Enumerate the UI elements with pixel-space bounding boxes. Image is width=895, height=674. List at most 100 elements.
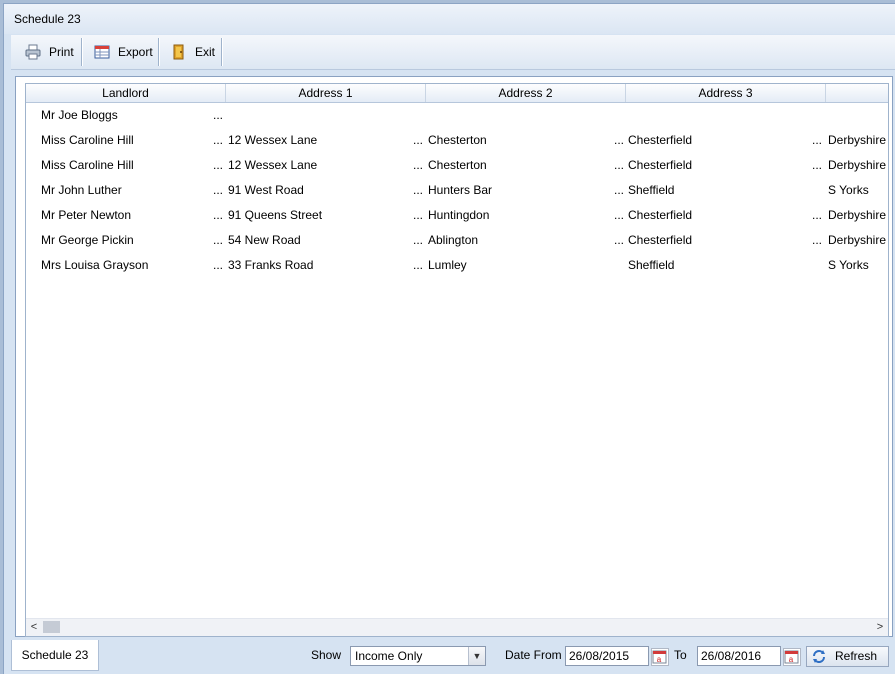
application-window: Schedule 23 Print Export Exit Landlord A… bbox=[3, 3, 895, 674]
cell-address-4: Derbyshire bbox=[828, 133, 887, 147]
cell-landlord: Mr Peter Newton bbox=[41, 208, 132, 222]
cell-ellipsis: ... bbox=[614, 158, 625, 172]
table-row[interactable]: Miss Caroline Hill ... 12 Wessex Lane ..… bbox=[26, 153, 888, 178]
date-from-label: Date From bbox=[505, 648, 562, 662]
cell-address-1: 12 Wessex Lane bbox=[228, 133, 318, 147]
cell-landlord: Mr George Pickin bbox=[41, 233, 134, 247]
scroll-right-icon[interactable]: > bbox=[872, 619, 888, 636]
exit-label: Exit bbox=[195, 45, 216, 59]
cell-ellipsis: ... bbox=[213, 208, 224, 222]
table-row[interactable]: Mrs Louisa Grayson ... 33 Franks Road ..… bbox=[26, 253, 888, 278]
scrollbar-thumb[interactable] bbox=[43, 621, 60, 633]
cell-ellipsis: ... bbox=[213, 133, 224, 147]
calendar-icon[interactable]: a bbox=[651, 648, 669, 666]
cell-ellipsis: ... bbox=[614, 133, 625, 147]
refresh-button[interactable]: Refresh bbox=[806, 646, 889, 667]
date-from-field[interactable]: 26/08/2015 bbox=[565, 646, 649, 666]
report-panel: Landlord Address 1 Address 2 Address 3 M… bbox=[15, 76, 893, 637]
window-title: Schedule 23 bbox=[14, 12, 81, 26]
cell-address-4: Derbyshire bbox=[828, 233, 887, 247]
spreadsheet-icon bbox=[94, 44, 110, 60]
cell-address-2: Chesterton bbox=[428, 133, 487, 147]
cell-ellipsis: ... bbox=[213, 258, 224, 272]
tab-schedule-23[interactable]: Schedule 23 bbox=[11, 640, 99, 671]
cell-ellipsis: ... bbox=[213, 108, 224, 122]
cell-address-3: Chesterfield bbox=[628, 208, 693, 222]
show-label: Show bbox=[311, 648, 342, 662]
cell-landlord: Miss Caroline Hill bbox=[41, 133, 134, 147]
grid-header: Landlord Address 1 Address 2 Address 3 bbox=[26, 84, 888, 103]
column-header-address-2[interactable]: Address 2 bbox=[426, 84, 626, 102]
scroll-left-icon[interactable]: < bbox=[26, 619, 42, 636]
landlord-grid[interactable]: Landlord Address 1 Address 2 Address 3 M… bbox=[25, 83, 889, 637]
toolbar-separator bbox=[221, 38, 223, 66]
cell-ellipsis: ... bbox=[812, 133, 823, 147]
cell-ellipsis: ... bbox=[413, 258, 424, 272]
show-select[interactable]: Income Only ▼ bbox=[350, 646, 486, 666]
cell-ellipsis: ... bbox=[213, 233, 224, 247]
title-bar: Schedule 23 bbox=[4, 4, 895, 34]
date-from-value: 26/08/2015 bbox=[569, 649, 630, 663]
cell-ellipsis: ... bbox=[614, 208, 625, 222]
cell-address-3: Chesterfield bbox=[628, 133, 693, 147]
table-row[interactable]: Miss Caroline Hill ... 12 Wessex Lane ..… bbox=[26, 128, 888, 153]
cell-ellipsis: ... bbox=[413, 133, 424, 147]
status-bar: Schedule 23 Show Income Only ▼ Date From… bbox=[11, 638, 895, 674]
table-row[interactable]: Mr Peter Newton ... 91 Queens Street ...… bbox=[26, 203, 888, 228]
svg-text:a: a bbox=[657, 655, 662, 664]
export-button[interactable]: Export bbox=[94, 35, 153, 69]
cell-address-1: 91 Queens Street bbox=[228, 208, 323, 222]
refresh-icon bbox=[811, 649, 827, 664]
cell-ellipsis: ... bbox=[812, 233, 823, 247]
print-label: Print bbox=[49, 45, 74, 59]
cell-address-2: Hunters Bar bbox=[428, 183, 493, 197]
cell-ellipsis: ... bbox=[213, 183, 224, 197]
cell-landlord: Mr John Luther bbox=[41, 183, 122, 197]
horizontal-scrollbar[interactable]: < > bbox=[26, 618, 888, 636]
cell-ellipsis: ... bbox=[413, 158, 424, 172]
date-to-value: 26/08/2016 bbox=[701, 649, 762, 663]
date-to-label: To bbox=[674, 648, 687, 662]
cell-address-3: Chesterfield bbox=[628, 158, 693, 172]
print-button[interactable]: Print bbox=[25, 35, 74, 69]
cell-address-4: Derbyshire bbox=[828, 208, 887, 222]
cell-address-1: 91 West Road bbox=[228, 183, 304, 197]
cell-ellipsis: ... bbox=[614, 183, 625, 197]
toolbar: Print Export Exit bbox=[11, 35, 895, 70]
cell-address-4: S Yorks bbox=[828, 183, 869, 197]
chevron-down-icon[interactable]: ▼ bbox=[468, 647, 485, 665]
door-icon bbox=[171, 44, 187, 60]
cell-address-4: Derbyshire bbox=[828, 158, 887, 172]
cell-address-2: Huntingdon bbox=[428, 208, 490, 222]
cell-address-2: Chesterton bbox=[428, 158, 487, 172]
table-row[interactable]: Mr George Pickin ... 54 New Road ... Abl… bbox=[26, 228, 888, 253]
column-header-address-1[interactable]: Address 1 bbox=[226, 84, 426, 102]
calendar-icon[interactable]: a bbox=[783, 648, 801, 666]
export-label: Export bbox=[118, 45, 153, 59]
cell-address-1: 54 New Road bbox=[228, 233, 301, 247]
cell-ellipsis: ... bbox=[812, 158, 823, 172]
cell-landlord: Mr Joe Bloggs bbox=[41, 108, 118, 122]
column-header-landlord[interactable]: Landlord bbox=[26, 84, 226, 102]
cell-ellipsis: ... bbox=[413, 183, 424, 197]
cell-address-4: S Yorks bbox=[828, 258, 869, 272]
cell-ellipsis: ... bbox=[413, 233, 424, 247]
cell-ellipsis: ... bbox=[614, 233, 625, 247]
cell-ellipsis: ... bbox=[413, 208, 424, 222]
svg-text:a: a bbox=[789, 655, 794, 664]
exit-button[interactable]: Exit bbox=[171, 35, 215, 69]
show-select-value: Income Only bbox=[355, 649, 423, 663]
cell-landlord: Mrs Louisa Grayson bbox=[41, 258, 149, 272]
cell-address-2: Lumley bbox=[428, 258, 467, 272]
cell-address-3: Sheffield bbox=[628, 183, 675, 197]
cell-address-1: 33 Franks Road bbox=[228, 258, 314, 272]
date-to-field[interactable]: 26/08/2016 bbox=[697, 646, 781, 666]
table-row[interactable]: Mr Joe Bloggs ... bbox=[26, 103, 888, 128]
cell-address-3: Chesterfield bbox=[628, 233, 693, 247]
cell-landlord: Miss Caroline Hill bbox=[41, 158, 134, 172]
column-header-address-3[interactable]: Address 3 bbox=[626, 84, 826, 102]
table-row[interactable]: Mr John Luther ... 91 West Road ... Hunt… bbox=[26, 178, 888, 203]
cell-ellipsis: ... bbox=[213, 158, 224, 172]
cell-address-2: Ablington bbox=[428, 233, 479, 247]
toolbar-separator bbox=[158, 38, 160, 66]
